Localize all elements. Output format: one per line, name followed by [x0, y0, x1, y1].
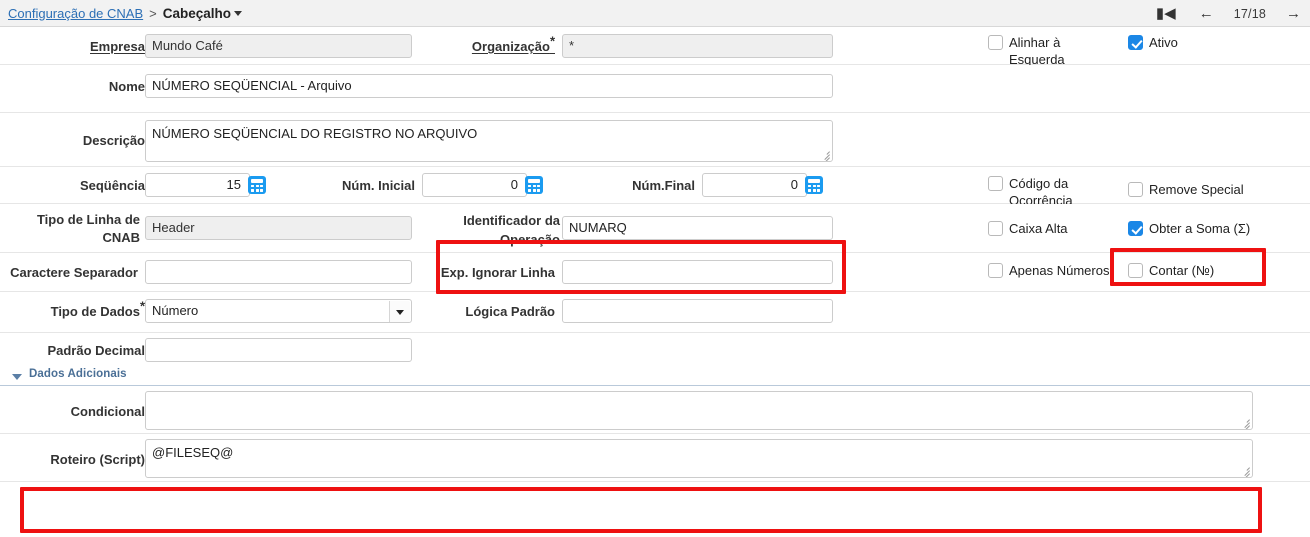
- num-final-calculator-icon[interactable]: [805, 176, 823, 194]
- roteiro-script-label: Roteiro (Script): [30, 451, 145, 468]
- tipo-dados-label: Tipo de Dados*: [35, 303, 145, 320]
- remove-special-label: Remove Special: [1149, 181, 1244, 198]
- form-row-padrao-decimal: Padrão Decimal: [0, 333, 1310, 367]
- cnab-header-form: Empresa* Mundo Café Organização* * Alinh…: [0, 27, 1310, 482]
- obter-soma-label: Obter a Soma (Σ): [1149, 220, 1250, 237]
- checkbox-contar[interactable]: Contar (№): [1128, 262, 1278, 279]
- identificador-operacao-label: Identificador da Operação: [440, 211, 560, 249]
- logica-padrao-label: Lógica Padrão: [430, 303, 555, 320]
- tipo-linha-cnab-field[interactable]: Header: [145, 216, 412, 240]
- num-inicial-label: Núm. Inicial: [300, 177, 415, 194]
- obter-soma-checkbox-box[interactable]: [1128, 221, 1143, 236]
- contar-label: Contar (№): [1149, 262, 1214, 279]
- codigo-ocorrencia-checkbox-box[interactable]: [988, 176, 1003, 191]
- condicional-resize-handle[interactable]: [1239, 416, 1250, 427]
- num-final-field[interactable]: 0: [702, 173, 807, 197]
- checkbox-obter-soma[interactable]: Obter a Soma (Σ): [1128, 220, 1288, 237]
- roteiro-script-resize-handle[interactable]: [1239, 464, 1250, 475]
- sequencia-calculator-icon[interactable]: [248, 176, 266, 194]
- exp-ignorar-linha-field[interactable]: [562, 260, 833, 284]
- descricao-label: Descrição: [35, 132, 145, 149]
- form-row-nome: Nome NÚMERO SEQÜENCIAL - Arquivo: [0, 65, 1310, 113]
- apenas-numeros-checkbox-box[interactable]: [988, 263, 1003, 278]
- tipo-dados-select[interactable]: Número: [145, 299, 412, 323]
- descricao-field[interactable]: NÚMERO SEQÜENCIAL DO REGISTRO NO ARQUIVO: [145, 120, 833, 162]
- num-final-label: Núm.Final: [580, 177, 695, 194]
- form-row-roteiro-script: Roteiro (Script) @FILESEQ@: [0, 434, 1310, 482]
- checkbox-apenas-numeros[interactable]: Apenas Números: [988, 262, 1128, 279]
- logica-padrao-field[interactable]: [562, 299, 833, 323]
- caractere-separador-label: Caractere Separador: [0, 264, 138, 281]
- form-row-sequencia: Seqüência 15 Núm. Inicial 0 Núm.Final 0 …: [0, 167, 1310, 204]
- form-row-empresa: Empresa* Mundo Café Organização* * Alinh…: [0, 27, 1310, 65]
- padrao-decimal-field[interactable]: [145, 338, 412, 362]
- identificador-operacao-field[interactable]: NUMARQ: [562, 216, 833, 240]
- form-row-descricao: Descrição NÚMERO SEQÜENCIAL DO REGISTRO …: [0, 113, 1310, 167]
- exp-ignorar-linha-label: Exp. Ignorar Linha: [420, 264, 555, 281]
- next-record-icon[interactable]: →: [1283, 4, 1304, 23]
- breadcrumb-current-label: Cabeçalho: [163, 6, 231, 21]
- caractere-separador-field[interactable]: [145, 260, 412, 284]
- alinhar-esquerda-checkbox-box[interactable]: [988, 35, 1003, 50]
- remove-special-checkbox-box[interactable]: [1128, 182, 1143, 197]
- tipo-dados-selected-value: Número: [152, 303, 198, 318]
- condicional-field[interactable]: [145, 391, 1253, 430]
- breadcrumb-root-link[interactable]: Configuração de CNAB: [8, 6, 143, 21]
- roteiro-script-field-value: @FILESEQ@: [152, 445, 233, 460]
- contar-checkbox-box[interactable]: [1128, 263, 1143, 278]
- form-row-tipo-dados: Tipo de Dados* Número Lógica Padrão: [0, 292, 1310, 333]
- highlight-roteiro-script: [20, 487, 1262, 533]
- checkbox-alinhar-esquerda[interactable]: Alinhar à Esquerda: [988, 34, 1118, 68]
- num-inicial-calculator-icon[interactable]: [525, 176, 543, 194]
- record-navigation: ▮◀ ← 17/18 →: [1153, 0, 1304, 27]
- ativo-label: Ativo: [1149, 34, 1178, 51]
- previous-record-icon[interactable]: ←: [1196, 4, 1217, 23]
- form-row-caractere-separador: Caractere Separador Exp. Ignorar Linha A…: [0, 253, 1310, 292]
- descricao-field-value: NÚMERO SEQÜENCIAL DO REGISTRO NO ARQUIVO: [152, 126, 477, 141]
- ativo-checkbox-box[interactable]: [1128, 35, 1143, 50]
- checkbox-ativo[interactable]: Ativo: [1128, 34, 1278, 51]
- section-dados-adicionais-label: Dados Adicionais: [29, 368, 127, 380]
- nome-label: Nome: [45, 78, 145, 95]
- roteiro-script-field[interactable]: @FILESEQ@: [145, 439, 1253, 478]
- sequencia-field[interactable]: 15: [145, 173, 250, 197]
- checkbox-remove-special[interactable]: Remove Special: [1128, 181, 1293, 198]
- form-row-tipo-linha-cnab: Tipo de Linha de CNAB Header Identificad…: [0, 204, 1310, 253]
- breadcrumb-current[interactable]: Cabeçalho: [163, 6, 242, 21]
- first-record-icon[interactable]: ▮◀: [1153, 4, 1179, 23]
- chevron-down-icon[interactable]: [234, 11, 242, 16]
- breadcrumb-bar: Configuração de CNAB > Cabeçalho ▮◀ ← 17…: [0, 0, 1310, 27]
- record-counter: 17/18: [1234, 7, 1266, 21]
- empresa-label: Empresa*: [45, 38, 150, 55]
- caixa-alta-checkbox-box[interactable]: [988, 221, 1003, 236]
- padrao-decimal-label: Padrão Decimal: [20, 342, 145, 359]
- condicional-label: Condicional: [40, 403, 145, 420]
- sequencia-label: Seqüência: [40, 177, 145, 194]
- organizacao-field[interactable]: *: [562, 34, 833, 58]
- form-row-condicional: Condicional: [0, 386, 1310, 434]
- nome-field[interactable]: NÚMERO SEQÜENCIAL - Arquivo: [145, 74, 833, 98]
- chevron-down-icon[interactable]: [389, 301, 410, 323]
- alinhar-esquerda-label: Alinhar à Esquerda: [1009, 34, 1118, 68]
- checkbox-caixa-alta[interactable]: Caixa Alta: [988, 220, 1118, 237]
- triangle-down-icon[interactable]: [12, 374, 22, 380]
- section-dados-adicionais[interactable]: Dados Adicionais: [0, 367, 1310, 386]
- breadcrumb-separator: >: [149, 6, 157, 21]
- caixa-alta-label: Caixa Alta: [1009, 220, 1068, 237]
- tipo-linha-cnab-label: Tipo de Linha de CNAB: [0, 211, 140, 247]
- num-inicial-field[interactable]: 0: [422, 173, 527, 197]
- empresa-field[interactable]: Mundo Café: [145, 34, 412, 58]
- apenas-numeros-label: Apenas Números: [1009, 262, 1109, 279]
- organizacao-label: Organização*: [400, 38, 555, 55]
- descricao-resize-handle[interactable]: [819, 148, 830, 159]
